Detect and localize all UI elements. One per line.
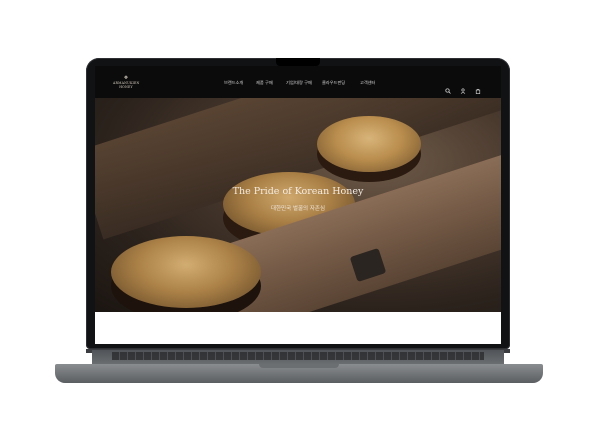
logo-text-line2: HONEY [119,85,133,89]
cart-icon[interactable] [475,79,481,94]
nav-item-products[interactable]: 제품 구매 [256,80,286,86]
honey-jar-front [111,236,261,308]
main-menu: 브랜드소개 제품 구매 기업/대량 구매 클라우드펀딩 고객센터 [224,80,380,86]
nav-item-bulk-order[interactable]: 기업/대량 구매 [286,80,322,86]
search-icon[interactable] [445,79,451,94]
top-navigation: ❖ ARMANUKIEN HONEY 브랜드소개 제품 구매 기업/대량 구매 … [95,66,501,98]
browser-viewport: ❖ ARMANUKIEN HONEY 브랜드소개 제품 구매 기업/대량 구매 … [95,66,501,344]
lid-notch-base [259,364,339,368]
hero-subtitle: 대한민국 벌꿀의 자존심 [270,206,326,212]
honey-jar-back [317,116,421,172]
nav-item-brand[interactable]: 브랜드소개 [224,80,256,86]
keyboard [112,352,484,360]
nav-item-support[interactable]: 고객센터 [360,80,380,86]
content-area [95,312,501,344]
laptop-lid: ❖ ARMANUKIEN HONEY 브랜드소개 제품 구매 기업/대량 구매 … [86,58,510,349]
camera-notch [276,58,320,66]
nav-icons [445,79,481,94]
hero-title: The Pride of Korean Honey [232,186,364,197]
user-icon[interactable] [460,79,466,94]
brand-logo[interactable]: ❖ ARMANUKIEN HONEY [113,76,139,92]
hero-banner: The Pride of Korean Honey 대한민국 벌꿀의 자존심 [95,98,501,312]
nav-item-funding[interactable]: 클라우드펀딩 [322,80,360,86]
